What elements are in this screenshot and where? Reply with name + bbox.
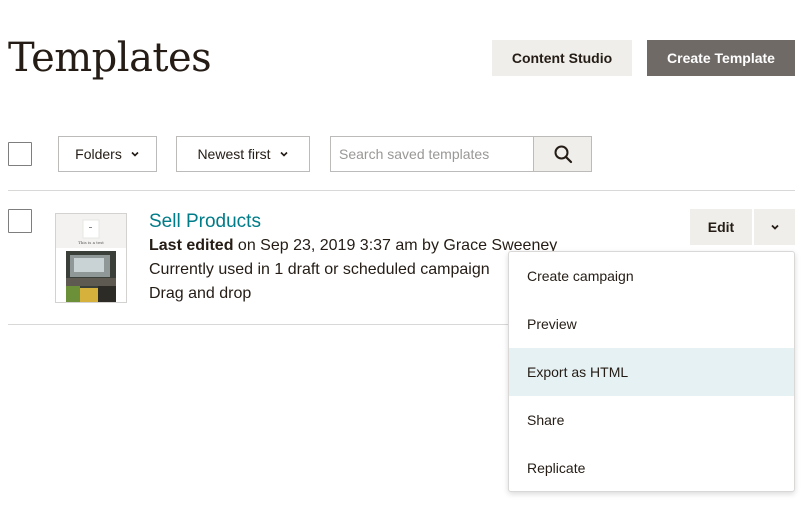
chevron-down-icon [131, 151, 139, 157]
search-icon [554, 145, 572, 164]
sort-dropdown-label: Newest first [197, 146, 271, 162]
menu-item-create-campaign[interactable]: Create campaign [509, 252, 794, 300]
template-usage: Currently used in 1 draft or scheduled c… [149, 261, 490, 278]
template-thumbnail[interactable]: This is a test [55, 213, 127, 303]
menu-item-preview[interactable]: Preview [509, 300, 794, 348]
page-title: Templates [8, 35, 212, 81]
create-template-button[interactable]: Create Template [647, 40, 795, 76]
template-actions-menu: Create campaign Preview Export as HTML S… [508, 251, 795, 492]
row-divider [8, 324, 508, 325]
thumb-text: This is a test [78, 240, 104, 245]
menu-item-replicate[interactable]: Replicate [509, 444, 794, 491]
chevron-down-icon [770, 224, 779, 230]
last-edited-label: Last edited [149, 237, 234, 254]
template-type: Drag and drop [149, 285, 252, 302]
menu-item-share[interactable]: Share [509, 396, 794, 444]
folders-dropdown-label: Folders [75, 146, 122, 162]
edit-button[interactable]: Edit [690, 209, 752, 245]
sort-dropdown[interactable]: Newest first [176, 136, 310, 172]
chevron-down-icon [279, 151, 288, 157]
menu-item-export-html[interactable]: Export as HTML [509, 348, 794, 396]
search-input[interactable] [330, 136, 534, 172]
search-button[interactable] [533, 136, 592, 172]
template-title-link[interactable]: Sell Products [149, 210, 261, 234]
template-thumbnail-image: This is a test [56, 214, 126, 302]
edit-options-toggle[interactable] [754, 209, 795, 245]
template-last-edited: Last edited on Sep 23, 2019 3:37 am by G… [149, 235, 557, 257]
select-all-checkbox[interactable] [8, 142, 32, 166]
templates-page: Templates Content Studio Create Template… [0, 0, 808, 532]
template-row-checkbox[interactable] [8, 209, 32, 233]
content-studio-button[interactable]: Content Studio [492, 40, 632, 76]
divider [8, 190, 795, 191]
folders-dropdown[interactable]: Folders [58, 136, 157, 172]
